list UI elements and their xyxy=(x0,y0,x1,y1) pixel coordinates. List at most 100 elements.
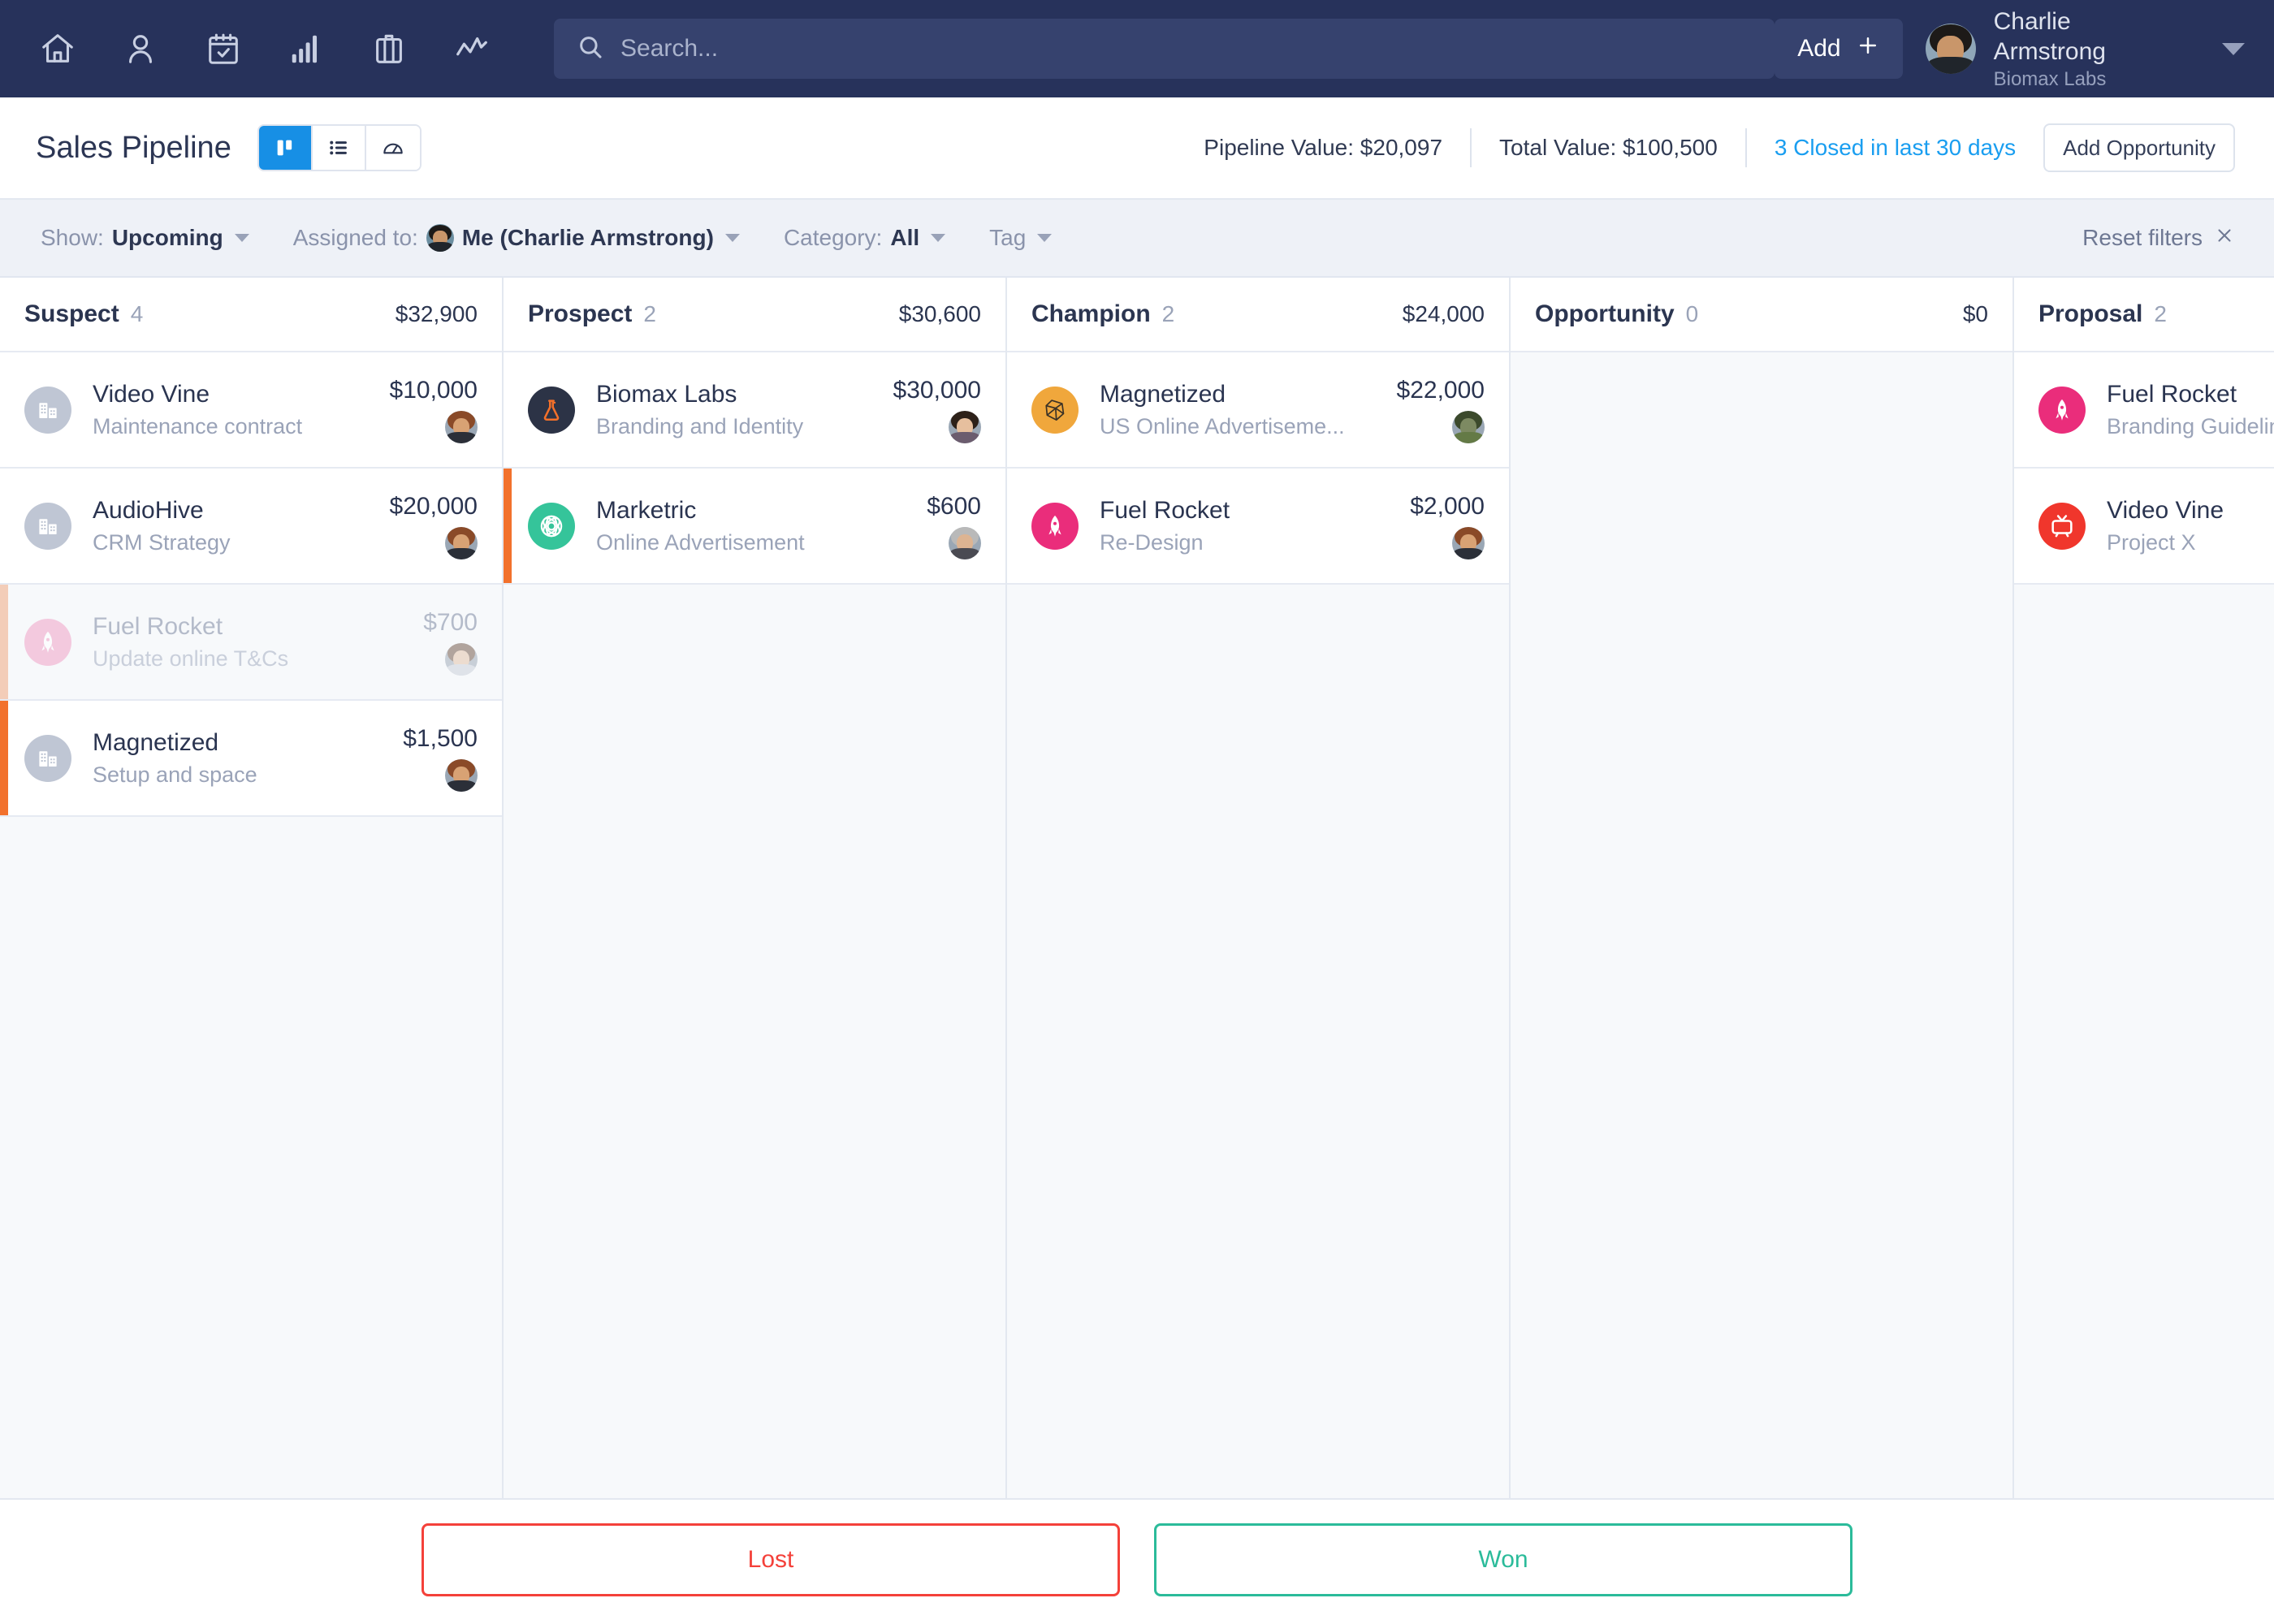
column-header: Proposal2 xyxy=(2014,278,2274,352)
chevron-down-icon xyxy=(235,234,249,242)
filter-assigned-to[interactable]: Assigned to: Me (Charlie Armstrong) xyxy=(293,224,740,252)
card-company: Magnetized xyxy=(93,727,387,760)
opportunity-card[interactable]: Video VineMaintenance contract$10,000 xyxy=(0,352,502,469)
nav-icon-group xyxy=(32,24,497,74)
pipeline-column: Suspect4$32,900Video VineMaintenance con… xyxy=(0,278,504,1498)
search-bar[interactable] xyxy=(554,19,1775,79)
closed-deals-link[interactable]: 3 Closed in last 30 days xyxy=(1747,135,2043,161)
card-company: Fuel Rocket xyxy=(1100,495,1394,528)
card-text: Fuel RocketRe-Design xyxy=(1100,495,1394,557)
building-icon xyxy=(24,503,71,550)
card-text: AudioHiveCRM Strategy xyxy=(93,495,374,557)
card-amount: $600 xyxy=(927,493,981,520)
activity-icon[interactable] xyxy=(447,24,497,74)
column-header: Suspect4$32,900 xyxy=(0,278,502,352)
filter-tag-label: Tag xyxy=(989,225,1026,251)
plus-icon xyxy=(1856,33,1880,64)
card-company: Video Vine xyxy=(2107,495,2274,528)
dashboard-view-toggle[interactable] xyxy=(366,126,420,170)
avatar xyxy=(949,411,981,443)
card-company: Biomax Labs xyxy=(596,378,877,412)
card-amount: $10,000 xyxy=(390,377,478,404)
card-subtitle: US Online Advertiseme... xyxy=(1100,412,1381,441)
projects-icon[interactable] xyxy=(364,24,414,74)
rocket-icon xyxy=(24,619,71,666)
rocket-icon xyxy=(1031,503,1079,550)
avatar xyxy=(445,759,478,792)
user-menu[interactable]: Charlie Armstrong Biomax Labs xyxy=(1926,6,2183,92)
opportunity-card[interactable]: Biomax LabsBranding and Identity$30,000 xyxy=(504,352,1005,469)
won-drop-button[interactable]: Won xyxy=(1154,1523,1852,1596)
pipeline-stats: Pipeline Value: $20,097 Total Value: $10… xyxy=(1176,123,2235,172)
total-value: Total Value: $100,500 xyxy=(1472,135,1745,161)
column-count: 4 xyxy=(131,301,144,327)
filter-show[interactable]: Show: Upcoming xyxy=(41,225,249,251)
opportunity-card[interactable]: Fuel RocketUpdate online T&Cs$700 xyxy=(0,585,502,701)
add-opportunity-button[interactable]: Add Opportunity xyxy=(2043,123,2235,172)
card-company: Magnetized xyxy=(1100,378,1381,412)
card-meta: $30,000 xyxy=(893,377,981,443)
avatar xyxy=(445,527,478,559)
top-navigation-bar: Add Charlie Armstrong Biomax Labs xyxy=(0,0,2274,97)
card-subtitle: Branding Guidelines xyxy=(2107,412,2274,441)
board-view-toggle[interactable] xyxy=(259,126,313,170)
card-subtitle: Re-Design xyxy=(1100,528,1394,557)
contacts-icon[interactable] xyxy=(115,24,166,74)
flask-icon xyxy=(528,387,575,434)
pipeline-column: Prospect2$30,600Biomax LabsBranding and … xyxy=(504,278,1007,1498)
card-meta: $2,000 xyxy=(1410,493,1485,559)
opportunity-card[interactable]: AudioHiveCRM Strategy $20,000 xyxy=(0,469,502,585)
column-name: Opportunity xyxy=(1535,300,1675,328)
chevron-down-icon xyxy=(931,234,945,242)
search-input[interactable] xyxy=(620,35,1752,63)
avatar xyxy=(426,224,454,252)
card-company: AudioHive xyxy=(93,495,374,528)
opportunity-card[interactable]: MagnetizedUS Online Advertiseme...$22,00… xyxy=(1007,352,1509,469)
column-name: Prospect xyxy=(528,300,632,328)
reset-filters-label: Reset filters xyxy=(2082,225,2203,251)
column-header: Champion2$24,000 xyxy=(1007,278,1509,352)
add-button[interactable]: Add xyxy=(1775,19,1902,79)
card-amount: $20,000 xyxy=(390,493,478,520)
chevron-down-icon[interactable] xyxy=(2222,43,2245,55)
opportunity-card[interactable]: MarketricOnline Advertisement$600 xyxy=(504,469,1005,585)
column-total: $24,000 xyxy=(1403,301,1485,327)
opportunity-card[interactable]: MagnetizedSetup and space $1,500 xyxy=(0,701,502,817)
column-count: 2 xyxy=(643,301,656,327)
calendar-icon[interactable] xyxy=(198,24,249,74)
card-company: Video Vine xyxy=(93,378,374,412)
opportunity-card[interactable]: Fuel RocketRe-Design $2,000 xyxy=(1007,469,1509,585)
lost-drop-button[interactable]: Lost xyxy=(422,1523,1120,1596)
filter-category-label: Category: xyxy=(784,225,882,251)
card-amount: $30,000 xyxy=(893,377,981,404)
filter-tag[interactable]: Tag xyxy=(989,225,1052,251)
home-icon[interactable] xyxy=(32,24,83,74)
drop-zone-footer: Lost Won xyxy=(0,1498,2274,1619)
pipeline-column: Proposal2Fuel RocketBranding GuidelinesV… xyxy=(2014,278,2274,1498)
filter-bar: Show: Upcoming Assigned to: Me (Charlie … xyxy=(0,200,2274,278)
card-text: MagnetizedSetup and space xyxy=(93,727,387,789)
card-meta: $20,000 xyxy=(390,493,478,559)
column-card-list xyxy=(1511,352,2012,1498)
pipeline-board: Suspect4$32,900Video VineMaintenance con… xyxy=(0,278,2274,1498)
card-meta: $10,000 xyxy=(390,377,478,443)
card-text: Video VineProject X xyxy=(2107,495,2274,557)
top-right-actions: Add Charlie Armstrong Biomax Labs xyxy=(1775,6,2245,92)
opportunity-card[interactable]: Fuel RocketBranding Guidelines xyxy=(2014,352,2274,469)
opportunity-card[interactable]: Video VineProject X xyxy=(2014,469,2274,585)
chevron-down-icon xyxy=(1037,234,1052,242)
card-amount: $1,500 xyxy=(403,725,478,753)
reset-filters-button[interactable]: Reset filters xyxy=(2082,225,2235,252)
column-header: Opportunity0$0 xyxy=(1511,278,2012,352)
filter-category[interactable]: Category: All xyxy=(784,225,945,251)
card-subtitle: Online Advertisement xyxy=(596,528,910,557)
card-subtitle: Update online T&Cs xyxy=(93,644,407,673)
card-company: Fuel Rocket xyxy=(2107,378,2274,412)
reports-icon[interactable] xyxy=(281,24,331,74)
tv-icon xyxy=(2038,503,2086,550)
card-subtitle: CRM Strategy xyxy=(93,528,374,557)
list-view-toggle[interactable] xyxy=(313,126,366,170)
user-org: Biomax Labs xyxy=(1994,67,2183,92)
column-name: Proposal xyxy=(2038,300,2142,328)
avatar xyxy=(445,643,478,676)
